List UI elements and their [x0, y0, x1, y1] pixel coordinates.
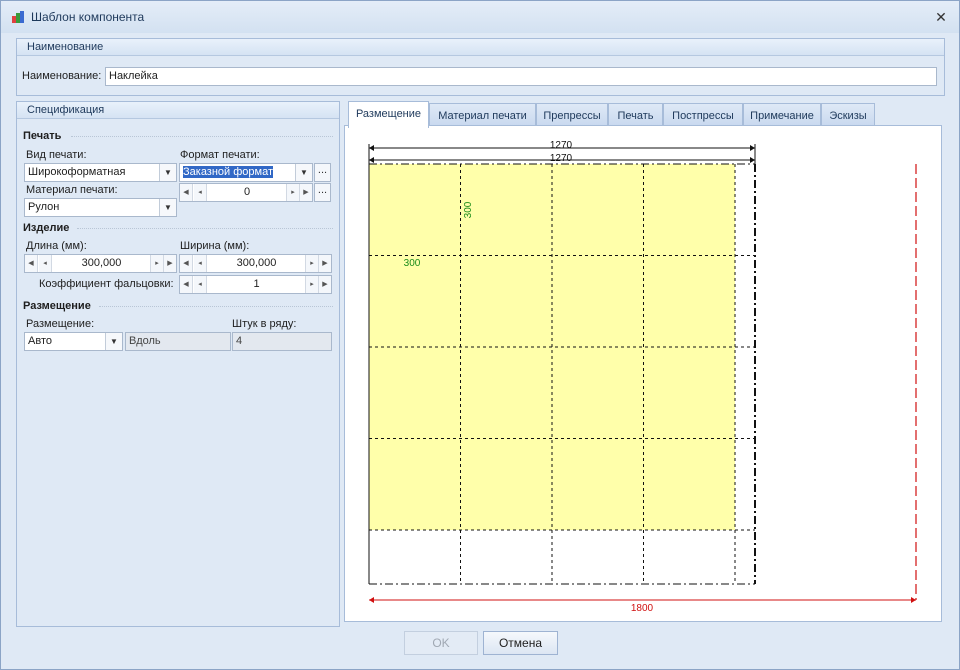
ok-button[interactable]: OK: [404, 631, 478, 655]
first-arrow-icon[interactable]: ◀: [25, 255, 38, 272]
dialog-window: Шаблон компонента ✕ Наименование Наимено…: [0, 0, 960, 670]
chevron-down-icon[interactable]: ▼: [295, 164, 312, 181]
name-label: Наименование:: [22, 70, 102, 82]
length-label: Длина (мм):: [26, 240, 87, 252]
cancel-button[interactable]: Отмена: [483, 631, 558, 655]
chevron-down-icon[interactable]: ▼: [105, 333, 122, 350]
next-arrow-icon[interactable]: ▸: [286, 184, 299, 201]
print-section-divider: [71, 136, 333, 137]
prev-arrow-icon[interactable]: ◂: [194, 276, 207, 293]
format-count-value[interactable]: 0: [208, 184, 286, 201]
per-row-label: Штук в ряду:: [232, 318, 297, 330]
width-label: Ширина (мм):: [180, 240, 250, 252]
direction-field: Вдоль: [125, 332, 231, 351]
per-row-field: 4: [232, 332, 332, 351]
title-bar[interactable]: Шаблон компонента ✕: [1, 1, 959, 33]
format-count-more-button[interactable]: ...: [314, 183, 331, 202]
prev-arrow-icon[interactable]: ◂: [39, 255, 52, 272]
next-arrow-icon[interactable]: ▸: [150, 255, 163, 272]
placement-label: Размещение:: [26, 318, 95, 330]
top-dimension-label-2: 1270: [550, 153, 573, 164]
print-format-value: Заказной формат: [183, 166, 274, 178]
print-format-more-button[interactable]: ...: [314, 163, 331, 182]
roll-width-arrow-left: [369, 597, 374, 603]
top-dimension-line-2-arrow-left: [369, 157, 374, 163]
first-arrow-icon[interactable]: ◀: [180, 255, 193, 272]
top-dimension-line-2-arrow-right: [750, 157, 755, 163]
placement-section-title: Размещение: [23, 300, 91, 312]
last-arrow-icon[interactable]: ▶: [318, 276, 331, 293]
top-dimension-line-1-arrow-right: [750, 145, 755, 151]
print-format-select[interactable]: Заказной формат ▼: [179, 163, 313, 182]
prev-arrow-icon[interactable]: ◂: [194, 184, 207, 201]
placement-section-divider: [99, 306, 333, 307]
roll-width-arrow-right: [911, 597, 916, 603]
app-icon: [12, 11, 24, 23]
product-section-divider: [77, 228, 333, 229]
fold-spinner[interactable]: ◀ ◂ 1 ▸ ▶: [179, 275, 332, 294]
next-arrow-icon[interactable]: ▸: [305, 276, 318, 293]
prev-arrow-icon[interactable]: ◂: [194, 255, 207, 272]
fold-label: Коэффициент фальцовки:: [39, 278, 174, 290]
print-type-value: Широкоформатная: [28, 166, 126, 178]
print-material-select[interactable]: Рулон ▼: [24, 198, 177, 217]
format-count-spinner[interactable]: ◀ ◂ 0 ▸ ▶: [179, 183, 313, 202]
name-input[interactable]: Наклейка: [105, 67, 937, 86]
first-arrow-icon[interactable]: ◀: [180, 184, 193, 201]
print-type-select[interactable]: Широкоформатная ▼: [24, 163, 177, 182]
spec-group-header: Спецификация: [17, 102, 339, 119]
print-section-title: Печать: [23, 130, 62, 142]
length-value[interactable]: 300,000: [53, 255, 150, 272]
chevron-down-icon[interactable]: ▼: [159, 164, 176, 181]
print-material-label: Материал печати:: [26, 184, 118, 196]
first-arrow-icon[interactable]: ◀: [180, 276, 193, 293]
last-arrow-icon[interactable]: ▶: [318, 255, 331, 272]
top-dimension-label-1: 1270: [550, 140, 573, 151]
window-title: Шаблон компонента: [31, 10, 145, 24]
item-width-label: 300: [404, 258, 421, 269]
chevron-down-icon[interactable]: ▼: [159, 199, 176, 216]
fold-value[interactable]: 1: [208, 276, 305, 293]
total-width-label: 1800: [631, 603, 654, 614]
print-type-label: Вид печати:: [26, 149, 87, 161]
last-arrow-icon[interactable]: ▶: [299, 184, 312, 201]
length-spinner[interactable]: ◀ ◂ 300,000 ▸ ▶: [24, 254, 177, 273]
top-dimension-line-1-arrow-left: [369, 145, 374, 151]
close-icon[interactable]: ✕: [933, 9, 949, 25]
width-value[interactable]: 300,000: [208, 255, 305, 272]
item-height-label: 300: [463, 201, 474, 218]
print-material-value: Рулон: [28, 201, 60, 213]
placement-select[interactable]: Авто ▼: [24, 332, 123, 351]
name-group-header: Наименование: [17, 39, 944, 56]
placement-value: Авто: [28, 335, 52, 347]
layout-diagram: 1270 1270 300 300 1800: [368, 140, 917, 614]
product-section-title: Изделие: [23, 222, 70, 234]
print-format-label: Формат печати:: [180, 149, 260, 161]
tab-placement[interactable]: Размещение: [348, 101, 429, 128]
last-arrow-icon[interactable]: ▶: [163, 255, 176, 272]
width-spinner[interactable]: ◀ ◂ 300,000 ▸ ▶: [179, 254, 332, 273]
next-arrow-icon[interactable]: ▸: [305, 255, 318, 272]
placement-tab-panel: 1270 1270 300 300 1800: [344, 125, 942, 622]
